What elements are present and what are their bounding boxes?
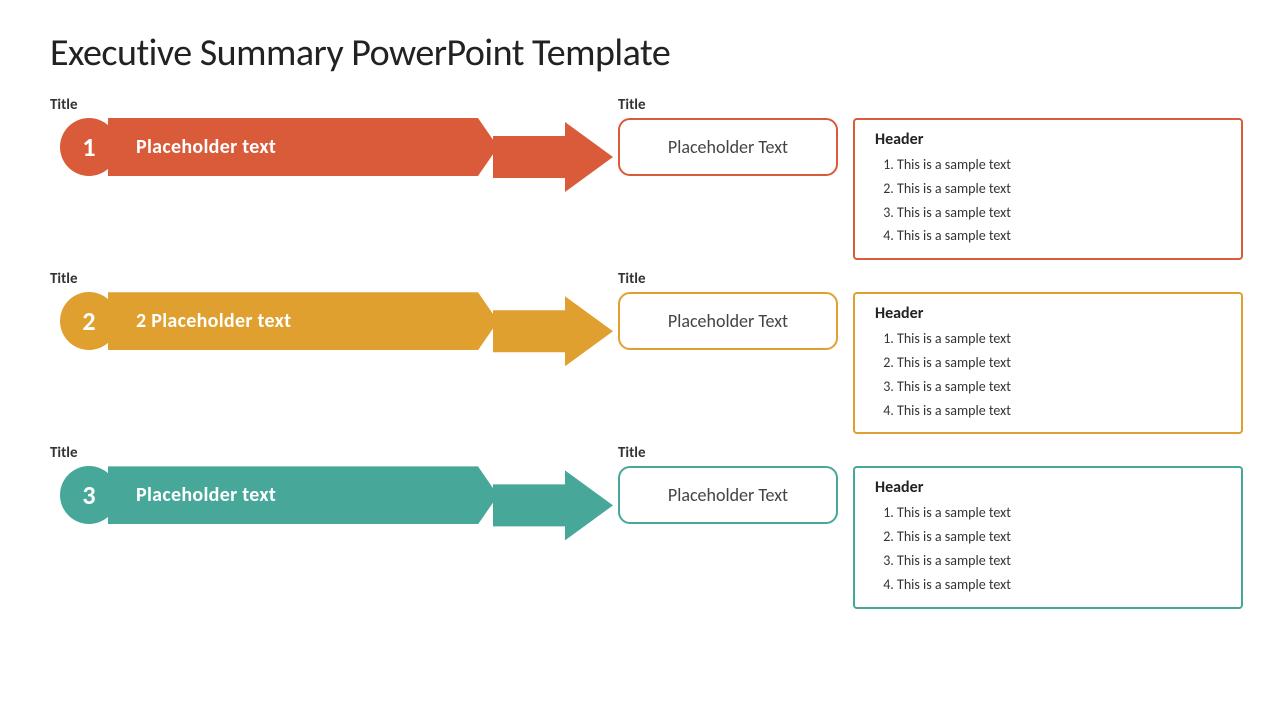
list-item: This is a sample text bbox=[897, 327, 1225, 351]
row-3: Title 3 Placeholder text Title Placehold… bbox=[50, 444, 1230, 608]
row2-left-label: Title bbox=[50, 270, 78, 288]
list-item: This is a sample text bbox=[897, 525, 1225, 549]
row1-band-text: Placeholder text bbox=[136, 135, 276, 159]
row1-right-section: Header This is a sample text This is a s… bbox=[853, 96, 1243, 260]
slide: Executive Summary PowerPoint Template Ti… bbox=[0, 0, 1280, 720]
row2-band-text: 2 Placeholder text bbox=[136, 309, 291, 333]
row2-info-list: This is a sample text This is a sample t… bbox=[875, 327, 1225, 422]
row2-middle-label: Title bbox=[618, 270, 646, 288]
list-item: This is a sample text bbox=[897, 201, 1225, 225]
row1-left-section: Title 1 Placeholder text bbox=[50, 96, 498, 176]
row3-number-badge: 3 bbox=[60, 466, 118, 524]
row1-rounded-box: Placeholder Text bbox=[618, 118, 838, 176]
list-item: This is a sample text bbox=[897, 153, 1225, 177]
row1-info-box: Header This is a sample text This is a s… bbox=[853, 118, 1243, 260]
row3-middle-label: Title bbox=[618, 444, 646, 462]
list-item: This is a sample text bbox=[897, 224, 1225, 248]
list-item: This is a sample text bbox=[897, 177, 1225, 201]
row3-left-label: Title bbox=[50, 444, 78, 462]
row1-info-list: This is a sample text This is a sample t… bbox=[875, 153, 1225, 248]
row3-right-section: Header This is a sample text This is a s… bbox=[853, 444, 1243, 608]
row2-middle-text: Placeholder Text bbox=[668, 310, 788, 332]
row3-big-arrow bbox=[493, 470, 613, 540]
row2-info-box: Header This is a sample text This is a s… bbox=[853, 292, 1243, 434]
row2-band-wrapper: 2 2 Placeholder text bbox=[50, 292, 498, 350]
row2-arrow-band: 2 Placeholder text bbox=[108, 292, 498, 350]
row3-info-list: This is a sample text This is a sample t… bbox=[875, 501, 1225, 596]
row2-right-section: Header This is a sample text This is a s… bbox=[853, 270, 1243, 434]
list-item: This is a sample text bbox=[897, 399, 1225, 423]
list-item: This is a sample text bbox=[897, 375, 1225, 399]
list-item: This is a sample text bbox=[897, 573, 1225, 597]
row3-band-wrapper: 3 Placeholder text bbox=[50, 466, 498, 524]
row3-middle-section: Title Placeholder Text bbox=[618, 444, 838, 524]
row3-middle-text: Placeholder Text bbox=[668, 484, 788, 506]
row1-number-badge: 1 bbox=[60, 118, 118, 176]
row3-left-section: Title 3 Placeholder text bbox=[50, 444, 498, 524]
row2-middle-section: Title Placeholder Text bbox=[618, 270, 838, 350]
row2-left-section: Title 2 2 Placeholder text bbox=[50, 270, 498, 350]
row1-info-header: Header bbox=[875, 130, 1225, 149]
row-1: Title 1 Placeholder text Title Placehold… bbox=[50, 96, 1230, 260]
row2-middle-wrapper: Placeholder Text bbox=[618, 292, 838, 350]
row3-middle-wrapper: Placeholder Text bbox=[618, 466, 838, 524]
row2-number-badge: 2 bbox=[60, 292, 118, 350]
row3-info-header: Header bbox=[875, 478, 1225, 497]
row1-middle-text: Placeholder Text bbox=[668, 136, 788, 158]
row-2: Title 2 2 Placeholder text Title Placeho… bbox=[50, 270, 1230, 434]
row3-rounded-box: Placeholder Text bbox=[618, 466, 838, 524]
rows-container: Title 1 Placeholder text Title Placehold… bbox=[50, 96, 1230, 609]
list-item: This is a sample text bbox=[897, 501, 1225, 525]
row3-info-box: Header This is a sample text This is a s… bbox=[853, 466, 1243, 608]
row1-band-wrapper: 1 Placeholder text bbox=[50, 118, 498, 176]
row1-arrow-band: Placeholder text bbox=[108, 118, 498, 176]
row2-big-arrow bbox=[493, 296, 613, 366]
list-item: This is a sample text bbox=[897, 549, 1225, 573]
row1-middle-section: Title Placeholder Text bbox=[618, 96, 838, 176]
row3-arrow-band: Placeholder text bbox=[108, 466, 498, 524]
row1-middle-wrapper: Placeholder Text bbox=[618, 118, 838, 176]
row2-rounded-box: Placeholder Text bbox=[618, 292, 838, 350]
row1-left-label: Title bbox=[50, 96, 78, 114]
slide-title: Executive Summary PowerPoint Template bbox=[50, 30, 1230, 76]
row2-info-header: Header bbox=[875, 304, 1225, 323]
row1-middle-label: Title bbox=[618, 96, 646, 114]
row3-band-text: Placeholder text bbox=[136, 483, 276, 507]
list-item: This is a sample text bbox=[897, 351, 1225, 375]
row1-big-arrow bbox=[493, 122, 613, 192]
